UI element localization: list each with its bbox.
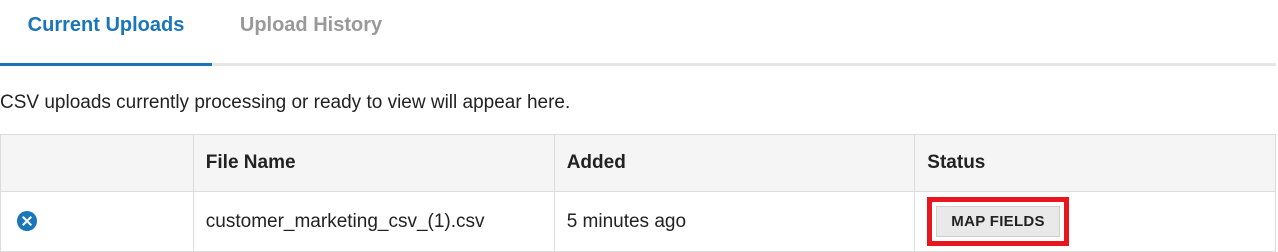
tab-upload-history[interactable]: Upload History xyxy=(212,0,410,66)
header-file-name: File Name xyxy=(192,134,555,192)
uploads-table: File Name Added Status customer_marketin… xyxy=(0,134,1276,252)
header-added: Added xyxy=(553,134,916,192)
upload-tabs: Current Uploads Upload History xyxy=(0,0,1276,66)
row-actions-cell xyxy=(0,191,194,252)
table-row: customer_marketing_csv_(1).csv 5 minutes… xyxy=(0,191,1276,252)
header-actions xyxy=(0,134,194,192)
added-cell: 5 minutes ago xyxy=(553,191,916,252)
table-header-row: File Name Added Status xyxy=(0,134,1276,192)
header-status: Status xyxy=(914,134,1276,192)
tab-current-uploads[interactable]: Current Uploads xyxy=(0,0,212,66)
file-name-cell: customer_marketing_csv_(1).csv xyxy=(192,191,555,252)
remove-circle-icon[interactable] xyxy=(17,210,37,231)
map-fields-button[interactable]: MAP FIELDS xyxy=(936,206,1060,237)
highlight-box: MAP FIELDS xyxy=(927,197,1069,246)
status-cell: MAP FIELDS xyxy=(914,191,1276,252)
uploads-description: CSV uploads currently processing or read… xyxy=(0,92,571,113)
